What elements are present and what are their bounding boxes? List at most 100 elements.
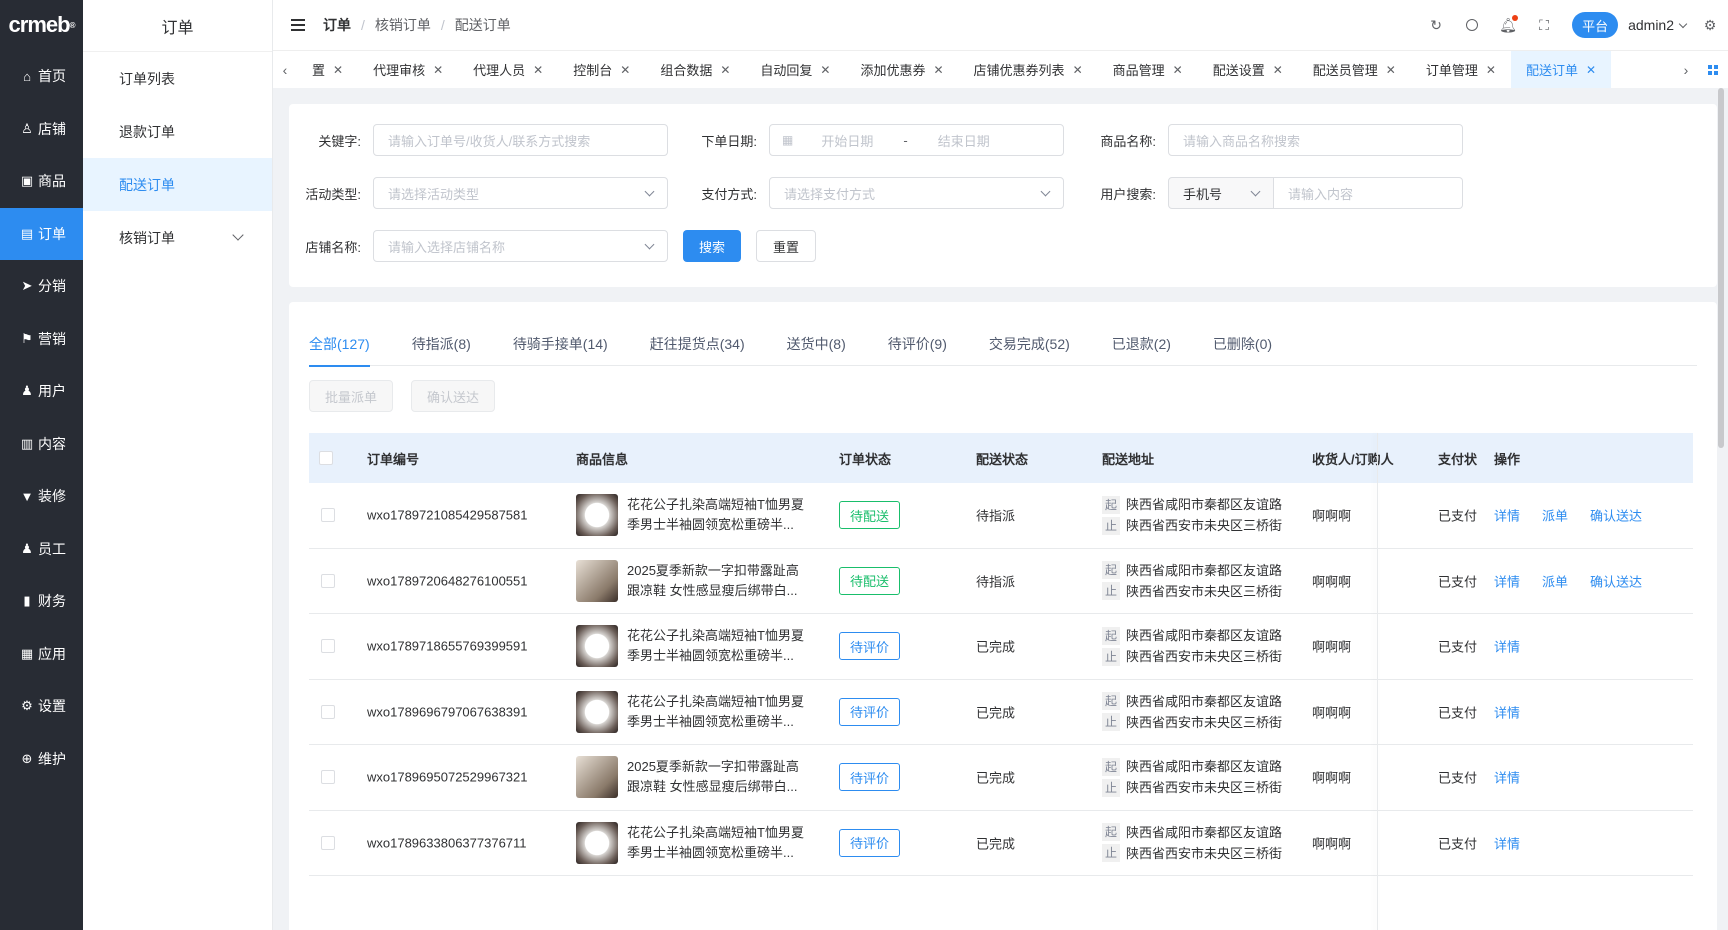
reset-button[interactable]: 重置: [756, 230, 817, 262]
batch-dispatch-button[interactable]: 批量派单: [309, 380, 394, 412]
close-icon[interactable]: ✕: [1173, 63, 1183, 77]
store-select[interactable]: 请输入选择店铺名称: [373, 230, 668, 262]
fullscreen-icon[interactable]: ⛶: [1536, 17, 1552, 33]
crmeb-logo[interactable]: crmeb ®: [0, 0, 83, 50]
breadcrumb-item[interactable]: 订单: [323, 15, 351, 35]
page-tab[interactable]: 店铺优惠券列表 ✕: [959, 51, 1098, 88]
op-link[interactable]: 详情: [1494, 571, 1520, 590]
op-link[interactable]: 确认送达: [1590, 571, 1642, 590]
search-icon[interactable]: [1464, 17, 1480, 33]
close-icon[interactable]: ✕: [933, 63, 943, 77]
page-tab[interactable]: 组合数据 ✕: [645, 51, 745, 88]
date-range-picker[interactable]: ▦ 开始日期 - 结束日期: [769, 124, 1064, 156]
row-checkbox[interactable]: [321, 639, 335, 654]
vertical-scrollbar[interactable]: [1718, 88, 1724, 448]
pay-method-select[interactable]: 请选择支付方式: [769, 177, 1064, 209]
page-tab[interactable]: 代理审核 ✕: [358, 51, 458, 88]
op-link[interactable]: 详情: [1494, 702, 1520, 721]
refresh-icon[interactable]: ↻: [1428, 17, 1444, 33]
page-tab[interactable]: 置 ✕: [297, 51, 358, 88]
status-tab[interactable]: 待评价(9): [888, 332, 947, 366]
breadcrumb-item[interactable]: 核销订单: [375, 15, 431, 35]
goods-name-input[interactable]: 请输入商品名称搜索: [1168, 124, 1463, 156]
tabs-menu-icon[interactable]: [1708, 64, 1718, 75]
row-checkbox[interactable]: [321, 573, 335, 588]
subnav-item-3[interactable]: 核销订单: [83, 211, 272, 264]
user-type-select[interactable]: 手机号: [1168, 177, 1274, 209]
status-tab[interactable]: 已删除(0): [1213, 332, 1272, 366]
close-icon[interactable]: ✕: [533, 63, 543, 77]
subnav-item-2[interactable]: 配送订单: [83, 158, 272, 211]
status-tab[interactable]: 待指派(8): [412, 332, 471, 366]
page-tab[interactable]: 订单管理 ✕: [1411, 51, 1511, 88]
chevron-right-icon[interactable]: ›: [1674, 51, 1698, 88]
nav-item-8[interactable]: ▼ 装修: [0, 470, 83, 523]
row-checkbox[interactable]: [321, 704, 335, 719]
status-tab[interactable]: 交易完成(52): [989, 332, 1070, 366]
subnav-item-1[interactable]: 退款订单: [83, 105, 272, 158]
close-icon[interactable]: ✕: [433, 63, 443, 77]
platform-badge[interactable]: 平台: [1572, 12, 1619, 38]
nav-item-9[interactable]: ♟ 员工: [0, 523, 83, 576]
close-icon[interactable]: ✕: [1486, 63, 1496, 77]
nav-item-2[interactable]: ▣ 商品: [0, 155, 83, 208]
page-tab[interactable]: 配送订单 ✕: [1510, 51, 1612, 88]
row-checkbox[interactable]: [321, 508, 335, 523]
close-icon[interactable]: ✕: [620, 63, 630, 77]
nav-item-5[interactable]: ⚑ 营销: [0, 313, 83, 366]
nav-item-11[interactable]: ▦ 应用: [0, 628, 83, 681]
user-name[interactable]: admin2: [1628, 17, 1674, 33]
page-tab[interactable]: 商品管理 ✕: [1098, 51, 1198, 88]
menu-toggle-icon[interactable]: [291, 19, 305, 31]
close-icon[interactable]: ✕: [333, 63, 343, 77]
page-tab[interactable]: 控制台 ✕: [558, 51, 645, 88]
search-button[interactable]: 搜索: [683, 230, 742, 262]
chevron-down-icon[interactable]: [1678, 19, 1688, 28]
page-tab[interactable]: 添加优惠券 ✕: [845, 51, 958, 88]
page-tab[interactable]: 代理人员 ✕: [458, 51, 558, 88]
status-tab[interactable]: 已退款(2): [1112, 332, 1171, 366]
nav-item-0[interactable]: ⌂ 首页: [0, 50, 83, 103]
nav-item-7[interactable]: ▥ 内容: [0, 418, 83, 471]
buyer-name: 啊啊啊: [1312, 574, 1352, 590]
status-tab[interactable]: 全部(127): [309, 332, 370, 367]
page-tab[interactable]: 配送设置 ✕: [1198, 51, 1298, 88]
close-icon[interactable]: ✕: [1386, 63, 1396, 77]
close-icon[interactable]: ✕: [1586, 63, 1596, 77]
activity-select[interactable]: 请选择活动类型: [373, 177, 668, 209]
nav-item-3[interactable]: ▤ 订单: [0, 207, 83, 260]
keyword-input[interactable]: 请输入订单号/收货人/联系方式搜索: [373, 124, 668, 156]
close-icon[interactable]: ✕: [1073, 63, 1083, 77]
op-link[interactable]: 详情: [1494, 768, 1520, 787]
select-all-checkbox[interactable]: [319, 451, 333, 465]
user-search-input[interactable]: 请输入内容: [1274, 177, 1463, 209]
nav-item-12[interactable]: ⚙ 设置: [0, 680, 83, 733]
nav-item-13[interactable]: ⊕ 维护: [0, 733, 83, 786]
nav-item-1[interactable]: ♙ 店铺: [0, 103, 83, 156]
confirm-delivered-button[interactable]: 确认送达: [411, 380, 496, 412]
close-icon[interactable]: ✕: [820, 63, 830, 77]
nav-item-10[interactable]: ▮ 财务: [0, 575, 83, 628]
page-tab[interactable]: 配送员管理 ✕: [1298, 51, 1411, 88]
op-link[interactable]: 详情: [1494, 833, 1520, 852]
status-tab[interactable]: 送货中(8): [787, 332, 846, 366]
row-checkbox[interactable]: [321, 770, 335, 785]
close-icon[interactable]: ✕: [1273, 63, 1283, 77]
page-tab[interactable]: 自动回复 ✕: [745, 51, 845, 88]
close-icon[interactable]: ✕: [720, 63, 730, 77]
op-link[interactable]: 详情: [1494, 637, 1520, 656]
gear-icon[interactable]: ⚙: [1702, 17, 1718, 33]
op-link[interactable]: 详情: [1494, 506, 1520, 525]
status-tab[interactable]: 赶往提货点(34): [650, 332, 745, 366]
nav-item-4[interactable]: ➤ 分销: [0, 260, 83, 313]
op-link[interactable]: 确认送达: [1590, 506, 1642, 525]
bell-icon[interactable]: 🔔︎: [1499, 15, 1519, 33]
delivery-status: 待指派: [976, 508, 1016, 524]
subnav-item-0[interactable]: 订单列表: [83, 52, 272, 105]
nav-item-6[interactable]: ♟ 用户: [0, 365, 83, 418]
op-link[interactable]: 派单: [1542, 571, 1568, 590]
row-checkbox[interactable]: [321, 835, 335, 850]
status-tab[interactable]: 待骑手接单(14): [513, 332, 608, 366]
chevron-left-icon[interactable]: ‹: [273, 51, 297, 88]
op-link[interactable]: 派单: [1542, 506, 1568, 525]
